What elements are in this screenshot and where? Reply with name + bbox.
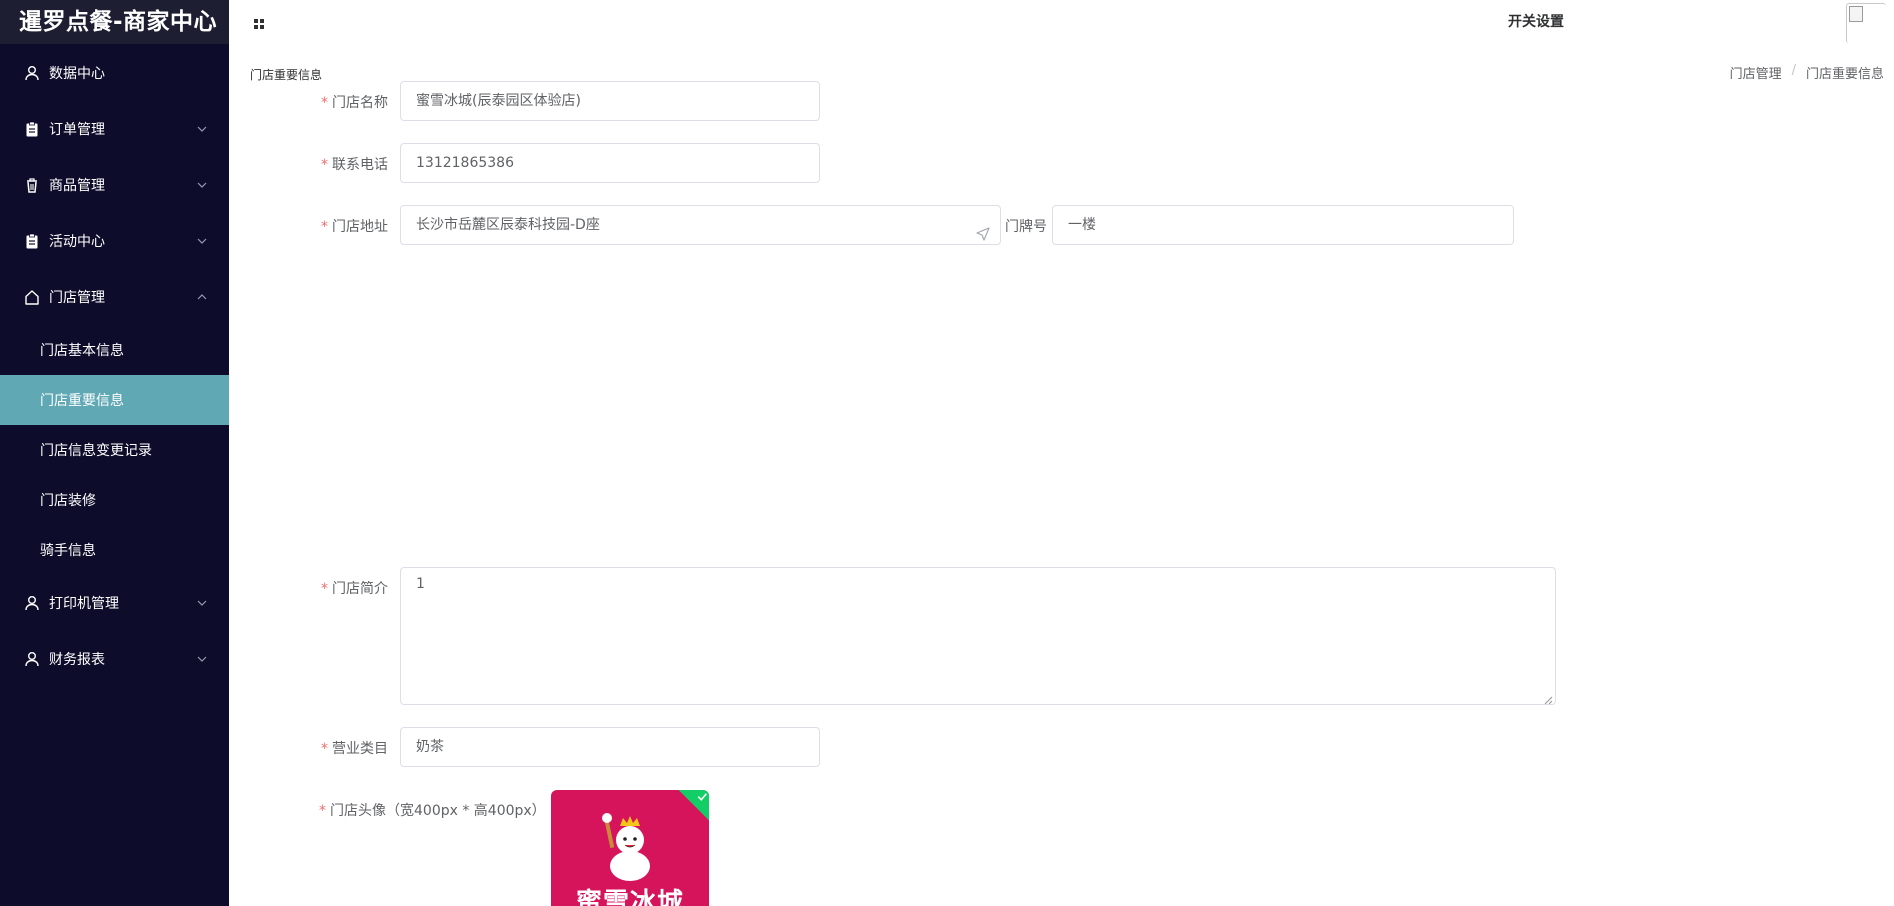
sidebar-item-label: 门店管理 bbox=[49, 290, 105, 306]
store-avatar-upload[interactable]: 蜜雪冰城 bbox=[551, 790, 709, 906]
brand-logo-text: 蜜雪冰城 bbox=[575, 888, 684, 906]
sidebar-subitem-label: 门店基本信息 bbox=[40, 343, 124, 359]
sidebar-item-label: 订单管理 bbox=[49, 122, 105, 138]
input-value: 长沙市岳麓区辰泰科技园-D座 bbox=[416, 217, 600, 233]
resize-grip-icon[interactable] bbox=[1544, 693, 1553, 705]
sidebar-item-label: 打印机管理 bbox=[49, 596, 119, 612]
required-mark: * bbox=[321, 157, 328, 173]
sidebar-subitem-store-changes[interactable]: 门店信息变更记录 bbox=[0, 425, 229, 475]
snowman-mascot-icon bbox=[602, 813, 650, 881]
label-text: 门店名称 bbox=[332, 95, 388, 111]
sidebar: 暹罗点餐-商家中心 数据中心 订单管理 商品管理 活动中心 门店管理 门店基本信… bbox=[0, 0, 229, 906]
door-number-input[interactable]: 一楼 bbox=[1052, 205, 1514, 245]
user-icon bbox=[24, 595, 40, 611]
required-mark: * bbox=[321, 95, 328, 111]
user-icon bbox=[24, 65, 40, 81]
breadcrumb-item[interactable]: 门店管理 bbox=[1730, 63, 1782, 82]
sidebar-subitem-store-basic[interactable]: 门店基本信息 bbox=[0, 325, 229, 375]
breadcrumb: 门店管理 / 门店重要信息 bbox=[1730, 63, 1884, 82]
label-text: 联系电话 bbox=[332, 157, 388, 173]
page: 暹罗点餐-商家中心 数据中心 订单管理 商品管理 活动中心 门店管理 门店基本信… bbox=[0, 0, 1894, 906]
sidebar-subitem-label: 门店信息变更记录 bbox=[40, 443, 152, 459]
phone-input[interactable]: 13121865386 bbox=[400, 143, 820, 183]
sidebar-item-data-center[interactable]: 数据中心 bbox=[0, 45, 229, 101]
textarea-value: 1 bbox=[416, 576, 425, 592]
sidebar-item-finance[interactable]: 财务报表 bbox=[0, 631, 229, 687]
avatar[interactable] bbox=[1846, 3, 1886, 43]
chevron-down-icon bbox=[197, 236, 207, 246]
store-name-label: * 门店名称 bbox=[300, 92, 388, 112]
sidebar-subitem-label: 门店重要信息 bbox=[40, 393, 124, 409]
input-value: 一楼 bbox=[1068, 217, 1096, 233]
sidebar-item-label: 财务报表 bbox=[49, 652, 105, 668]
label-text: 门店头像（宽400px * 高400px） bbox=[330, 803, 546, 819]
sidebar-item-label: 商品管理 bbox=[49, 178, 105, 194]
breadcrumb-item: 门店重要信息 bbox=[1805, 67, 1884, 82]
clipboard-icon bbox=[24, 121, 40, 137]
intro-textarea[interactable]: 1 bbox=[400, 567, 1556, 705]
address-input[interactable]: 长沙市岳麓区辰泰科技园-D座 bbox=[400, 205, 1001, 245]
label-text: 门店简介 bbox=[332, 581, 388, 597]
grid-menu-icon[interactable] bbox=[253, 15, 265, 29]
sidebar-subitem-label: 门店装修 bbox=[40, 493, 96, 509]
sidebar-item-printers[interactable]: 打印机管理 bbox=[0, 575, 229, 631]
sidebar-subitem-label: 骑手信息 bbox=[40, 543, 96, 559]
header-title[interactable]: 开关设置 bbox=[1508, 11, 1564, 31]
required-mark: * bbox=[321, 581, 328, 597]
chevron-up-icon bbox=[197, 292, 207, 302]
location-arrow-icon[interactable] bbox=[976, 218, 990, 241]
category-input[interactable]: 奶茶 bbox=[400, 727, 820, 767]
upload-success-badge bbox=[677, 790, 709, 822]
input-value: 奶茶 bbox=[416, 739, 444, 755]
page-title: 门店重要信息 bbox=[250, 68, 323, 82]
label-text: 营业类目 bbox=[332, 741, 388, 757]
sidebar-item-label: 数据中心 bbox=[49, 66, 105, 82]
sidebar-item-activity[interactable]: 活动中心 bbox=[0, 213, 229, 269]
chevron-down-icon bbox=[197, 124, 207, 134]
door-number-label: 门牌号 bbox=[1005, 219, 1047, 235]
intro-label: * 门店简介 bbox=[300, 578, 388, 598]
home-icon bbox=[24, 289, 40, 305]
label-text: 门店地址 bbox=[332, 219, 388, 235]
chevron-down-icon bbox=[197, 598, 207, 608]
input-value: 蜜雪冰城(辰泰园区体验店) bbox=[416, 93, 581, 109]
required-mark: * bbox=[321, 219, 328, 235]
trash-icon bbox=[24, 177, 40, 193]
sidebar-item-store[interactable]: 门店管理 bbox=[0, 269, 229, 325]
user-icon bbox=[24, 651, 40, 667]
required-mark: * bbox=[319, 803, 326, 819]
broken-image-icon bbox=[1849, 6, 1863, 22]
chevron-down-icon bbox=[197, 654, 207, 664]
sidebar-subitem-store-decor[interactable]: 门店装修 bbox=[0, 475, 229, 525]
chevron-down-icon bbox=[197, 180, 207, 190]
breadcrumb-separator: / bbox=[1791, 63, 1796, 78]
required-mark: * bbox=[321, 741, 328, 757]
store-avatar-label: * 门店头像（宽400px * 高400px） bbox=[319, 800, 546, 820]
sidebar-item-orders[interactable]: 订单管理 bbox=[0, 101, 229, 157]
input-value: 13121865386 bbox=[416, 155, 514, 171]
phone-label: * 联系电话 bbox=[300, 154, 388, 174]
sidebar-item-products[interactable]: 商品管理 bbox=[0, 157, 229, 213]
app-title: 暹罗点餐-商家中心 bbox=[0, 0, 229, 44]
sidebar-subitem-store-important[interactable]: 门店重要信息 bbox=[0, 375, 229, 425]
category-label: * 营业类目 bbox=[300, 738, 388, 758]
store-name-input[interactable]: 蜜雪冰城(辰泰园区体验店) bbox=[400, 81, 820, 121]
clipboard-icon bbox=[24, 233, 40, 249]
sidebar-item-label: 活动中心 bbox=[49, 234, 105, 250]
sidebar-subitem-riders[interactable]: 骑手信息 bbox=[0, 525, 229, 575]
address-label: * 门店地址 bbox=[300, 216, 388, 236]
